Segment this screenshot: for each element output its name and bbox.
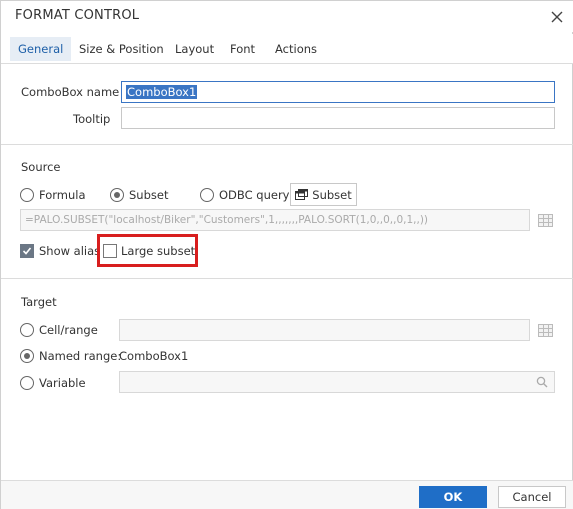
table-grid-icon — [537, 323, 553, 337]
combobox-name-value: ComboBox1 — [126, 85, 198, 99]
close-icon — [551, 11, 563, 23]
tab-font[interactable]: Font — [222, 37, 263, 61]
tab-bar: General Size & Position Layout Font Acti… — [1, 34, 573, 64]
variable-radio[interactable] — [20, 376, 34, 390]
tab-actions[interactable]: Actions — [267, 37, 325, 61]
odbc-query-radio-label: ODBC query — [219, 188, 290, 202]
tooltip-input[interactable] — [121, 107, 555, 129]
ok-button[interactable]: OK — [419, 486, 487, 508]
format-control-dialog: FORMAT CONTROL General Size & Position L… — [0, 0, 573, 509]
tab-layout[interactable]: Layout — [167, 37, 222, 61]
table-grid-icon — [537, 213, 553, 227]
divider — [1, 144, 573, 145]
cell-range-select-button[interactable] — [535, 320, 555, 340]
subset-button[interactable]: Subset — [290, 183, 357, 206]
dialog-footer: OK Cancel — [1, 480, 573, 509]
tab-size-position[interactable]: Size & Position — [71, 37, 172, 61]
tooltip-label: Tooltip — [73, 112, 111, 126]
title-bar: FORMAT CONTROL — [1, 1, 573, 32]
tab-general[interactable]: General — [10, 37, 72, 61]
source-heading: Source — [21, 160, 61, 174]
subset-window-icon — [295, 189, 309, 200]
dialog-title: FORMAT CONTROL — [15, 8, 140, 23]
range-select-button[interactable] — [535, 210, 555, 230]
cell-range-input[interactable] — [119, 319, 530, 341]
named-range-label: Named range: — [39, 349, 122, 363]
named-range-radio[interactable] — [20, 349, 34, 363]
show-alias-label: Show alias — [39, 244, 101, 258]
variable-input[interactable] — [119, 371, 555, 393]
large-subset-label: Large subset — [121, 244, 196, 258]
combobox-name-input[interactable]: ComboBox1 — [121, 81, 555, 103]
variable-label: Variable — [39, 376, 86, 390]
cell-range-label: Cell/range — [39, 323, 98, 337]
combobox-name-label: ComboBox name — [21, 85, 120, 99]
formula-radio[interactable] — [20, 188, 34, 202]
formula-radio-label: Formula — [39, 188, 86, 202]
subset-radio[interactable] — [110, 188, 124, 202]
target-heading: Target — [21, 295, 57, 309]
cancel-button[interactable]: Cancel — [498, 486, 566, 508]
search-icon — [536, 376, 548, 388]
checkmark-icon — [22, 247, 32, 255]
subset-button-label: Subset — [312, 187, 352, 202]
divider — [1, 278, 573, 279]
formula-input[interactable]: =PALO.SUBSET("localhost/Biker","Customer… — [20, 209, 530, 231]
odbc-query-radio[interactable] — [200, 188, 214, 202]
large-subset-checkbox[interactable] — [103, 244, 117, 258]
cell-range-radio[interactable] — [20, 323, 34, 337]
show-alias-checkbox[interactable] — [20, 244, 34, 258]
close-button[interactable] — [547, 7, 567, 27]
subset-radio-label: Subset — [129, 188, 169, 202]
named-range-value: ComboBox1 — [119, 349, 189, 363]
